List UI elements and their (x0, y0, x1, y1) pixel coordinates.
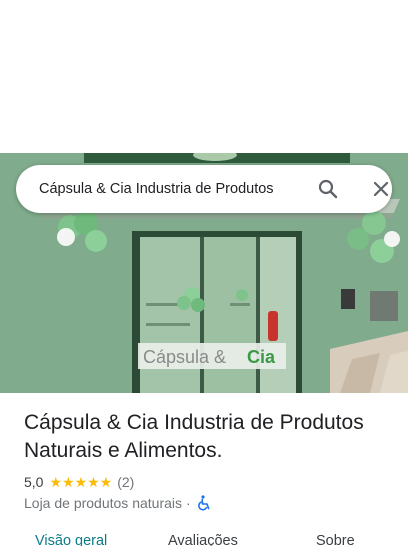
page: Cápsula & Cia Cápsula & Cia Industria de… (0, 0, 408, 546)
tab-about[interactable]: Sobre (316, 533, 355, 546)
category-row: Loja de produtos naturais · (24, 494, 211, 512)
place-category[interactable]: Loja de produtos naturais (24, 495, 182, 511)
place-title: Cápsula & Cia Industria de Produtos Natu… (24, 411, 364, 462)
search-input[interactable]: Cápsula & Cia Industria de Produtos (39, 181, 289, 197)
tab-overview[interactable]: Visão geral (35, 533, 107, 546)
map-blank-area (0, 0, 408, 153)
rating-row[interactable]: 5,0 ★★★★★ (2) (24, 473, 134, 491)
place-info-panel: Cápsula & Cia Industria de Produtos Natu… (0, 393, 408, 546)
tab-reviews[interactable]: Avaliações (168, 533, 238, 546)
rating-value: 5,0 (24, 474, 44, 490)
review-count[interactable]: (2) (117, 474, 134, 490)
search-box[interactable]: Cápsula & Cia Industria de Produtos (16, 165, 392, 213)
wheelchair-accessible-icon (197, 495, 211, 511)
search-icon[interactable] (316, 177, 340, 201)
door-sign-text: Cápsula & (143, 347, 226, 367)
svg-text:Cia: Cia (247, 347, 276, 367)
rating-stars: ★★★★★ (49, 473, 113, 490)
separator-dot: · (186, 495, 191, 511)
close-icon[interactable] (369, 177, 393, 201)
